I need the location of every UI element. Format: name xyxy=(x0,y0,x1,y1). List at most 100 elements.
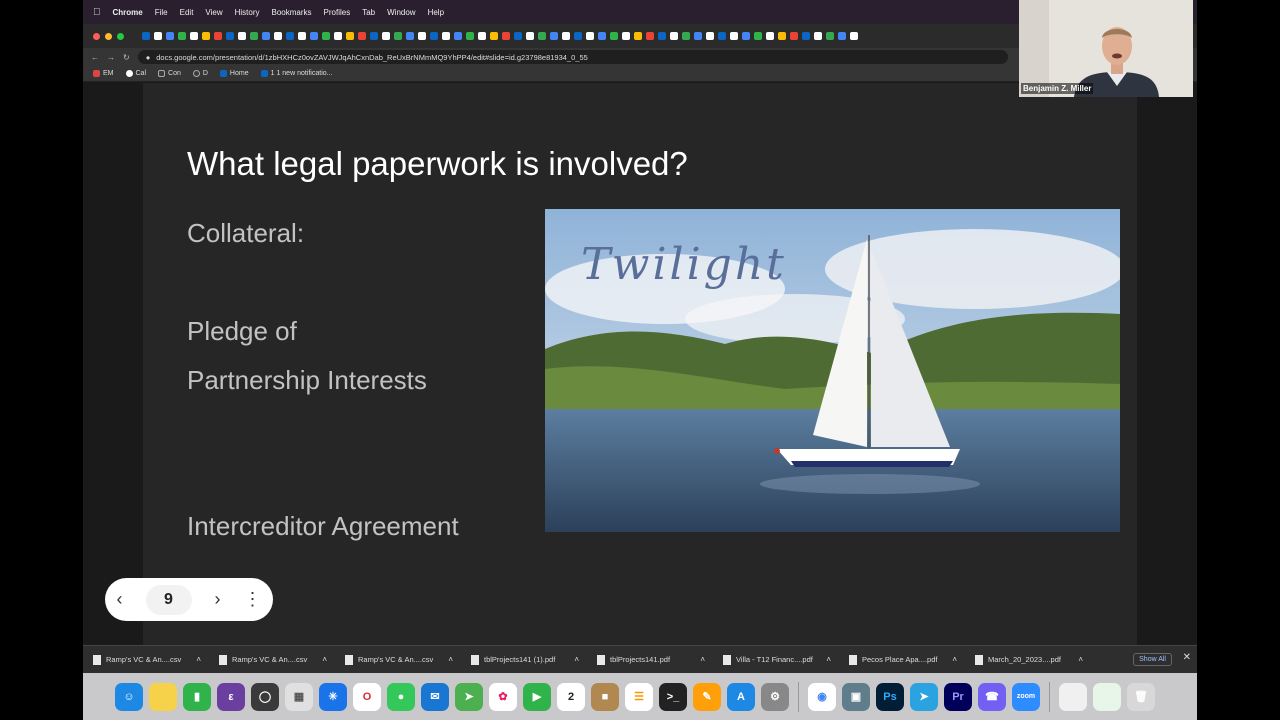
tab-favicon[interactable] xyxy=(598,32,606,40)
tab-favicon[interactable] xyxy=(202,32,210,40)
tab-favicon[interactable] xyxy=(346,32,354,40)
tab-favicon[interactable] xyxy=(502,32,510,40)
finder-icon[interactable]: ☺ xyxy=(115,682,143,711)
preview-icon[interactable]: ▣ xyxy=(842,682,870,711)
close-window-icon[interactable] xyxy=(93,32,100,40)
tab-favicon[interactable] xyxy=(754,32,762,40)
calendar-icon[interactable]: 2 xyxy=(557,682,585,711)
download-item[interactable]: Ramp's VC & An....csv ˄ xyxy=(209,654,335,665)
bookmark-notifications[interactable]: 1 1 new notificatio... xyxy=(260,70,332,77)
tab-favicon[interactable] xyxy=(358,32,366,40)
bookmark-home[interactable]: Home xyxy=(219,70,249,77)
reminders-icon[interactable]: ☰ xyxy=(625,682,653,711)
tab-favicon[interactable] xyxy=(670,32,678,40)
emacs-icon[interactable]: ε xyxy=(217,682,245,711)
tab-favicon[interactable] xyxy=(706,32,714,40)
launchpad-icon[interactable]: ▦ xyxy=(285,682,313,711)
tab-favicon[interactable] xyxy=(322,32,330,40)
close-icon[interactable]: ✕ xyxy=(1183,652,1191,663)
tab-favicon[interactable] xyxy=(190,32,198,40)
photoshop-icon[interactable]: Ps xyxy=(876,682,904,711)
minimize-window-icon[interactable] xyxy=(105,32,112,40)
tab-favicon[interactable] xyxy=(370,32,378,40)
magnifier-icon[interactable]: ◯ xyxy=(251,682,279,711)
tab-favicon[interactable] xyxy=(154,32,162,40)
tab-favicon[interactable] xyxy=(406,32,414,40)
tab-favicons[interactable] xyxy=(142,32,858,40)
tab-favicon[interactable] xyxy=(382,32,390,40)
tab-favicon[interactable] xyxy=(790,32,798,40)
tab-favicon[interactable] xyxy=(718,32,726,40)
pages-icon[interactable]: ✎ xyxy=(693,682,721,711)
tab-favicon[interactable] xyxy=(274,32,282,40)
tab-favicon[interactable] xyxy=(310,32,318,40)
tab-favicon[interactable] xyxy=(418,32,426,40)
viber-icon[interactable]: ☎ xyxy=(978,682,1006,711)
next-slide-button[interactable]: › xyxy=(215,589,221,610)
download-item[interactable]: tblProjects141 (1).pdf ˄ xyxy=(461,654,587,665)
chevron-up-icon[interactable]: ˄ xyxy=(1078,655,1083,664)
url-text[interactable]: docs.google.com/presentation/d/1zbHXHCz0… xyxy=(156,53,588,62)
tab-favicon[interactable] xyxy=(622,32,630,40)
tab-favicon[interactable] xyxy=(286,32,294,40)
menu-window[interactable]: Window xyxy=(387,8,415,17)
download-item[interactable]: Ramp's VC & An....csv ˄ xyxy=(83,654,209,665)
zoom-icon[interactable]: zoom xyxy=(1012,682,1040,711)
messages-icon[interactable]: ● xyxy=(387,682,415,711)
menu-view[interactable]: View xyxy=(205,8,222,17)
tab-favicon[interactable] xyxy=(178,32,186,40)
zoom-window-icon[interactable] xyxy=(117,32,124,40)
tab-favicon[interactable] xyxy=(682,32,690,40)
telegram-icon[interactable]: ➤ xyxy=(910,682,938,711)
apple-icon[interactable]:  xyxy=(93,7,101,18)
tab-favicon[interactable] xyxy=(730,32,738,40)
tab-favicon[interactable] xyxy=(334,32,342,40)
tab-favicon[interactable] xyxy=(562,32,570,40)
tab-favicon[interactable] xyxy=(658,32,666,40)
chevron-up-icon[interactable]: ˄ xyxy=(700,655,705,664)
tab-favicon[interactable] xyxy=(802,32,810,40)
tab-favicon[interactable] xyxy=(298,32,306,40)
download-item[interactable]: Pecos Place Apa....pdf ˄ xyxy=(839,654,965,665)
tab-favicon[interactable] xyxy=(766,32,774,40)
contacts-icon[interactable]: ■ xyxy=(591,682,619,711)
tab-favicon[interactable] xyxy=(250,32,258,40)
chrome-icon[interactable]: ◉ xyxy=(808,682,836,711)
tab-favicon[interactable] xyxy=(694,32,702,40)
tab-favicon[interactable] xyxy=(538,32,546,40)
tab-favicon[interactable] xyxy=(646,32,654,40)
chevron-up-icon[interactable]: ˄ xyxy=(196,655,201,664)
tab-favicon[interactable] xyxy=(826,32,834,40)
tab-favicon[interactable] xyxy=(262,32,270,40)
tab-favicon[interactable] xyxy=(550,32,558,40)
download-item[interactable]: tblProjects141.pdf ˄ xyxy=(587,654,713,665)
tab-favicon[interactable] xyxy=(850,32,858,40)
tab-favicon[interactable] xyxy=(814,32,822,40)
menu-profiles[interactable]: Profiles xyxy=(324,8,351,17)
tab-favicon[interactable] xyxy=(634,32,642,40)
tab-favicon[interactable] xyxy=(514,32,522,40)
menu-file[interactable]: File xyxy=(155,8,168,17)
tab-favicon[interactable] xyxy=(490,32,498,40)
menu-bookmarks[interactable]: Bookmarks xyxy=(272,8,312,17)
tab-favicon[interactable] xyxy=(778,32,786,40)
more-options-icon[interactable]: ⋮ xyxy=(244,589,262,610)
menu-history[interactable]: History xyxy=(235,8,260,17)
tab-favicon[interactable] xyxy=(586,32,594,40)
tab-favicon[interactable] xyxy=(454,32,462,40)
system-settings-icon[interactable]: ⚙ xyxy=(761,682,789,711)
document-icon[interactable] xyxy=(1059,682,1087,711)
facetime-icon[interactable]: ▶ xyxy=(523,682,551,711)
tab-favicon[interactable] xyxy=(166,32,174,40)
tab-favicon[interactable] xyxy=(574,32,582,40)
safari-icon[interactable]: ✳ xyxy=(319,682,347,711)
bookmark-con[interactable]: Con xyxy=(158,70,181,77)
chevron-up-icon[interactable]: ˄ xyxy=(322,655,327,664)
tab-favicon[interactable] xyxy=(238,32,246,40)
back-icon[interactable]: ← xyxy=(91,53,99,62)
menu-help[interactable]: Help xyxy=(428,8,444,17)
url-bar[interactable]: ● docs.google.com/presentation/d/1zbHXHC… xyxy=(137,50,1008,64)
tab-favicon[interactable] xyxy=(394,32,402,40)
previous-slide-button[interactable]: ‹ xyxy=(117,589,123,610)
download-item[interactable]: Ramp's VC & An....csv ˄ xyxy=(335,654,461,665)
